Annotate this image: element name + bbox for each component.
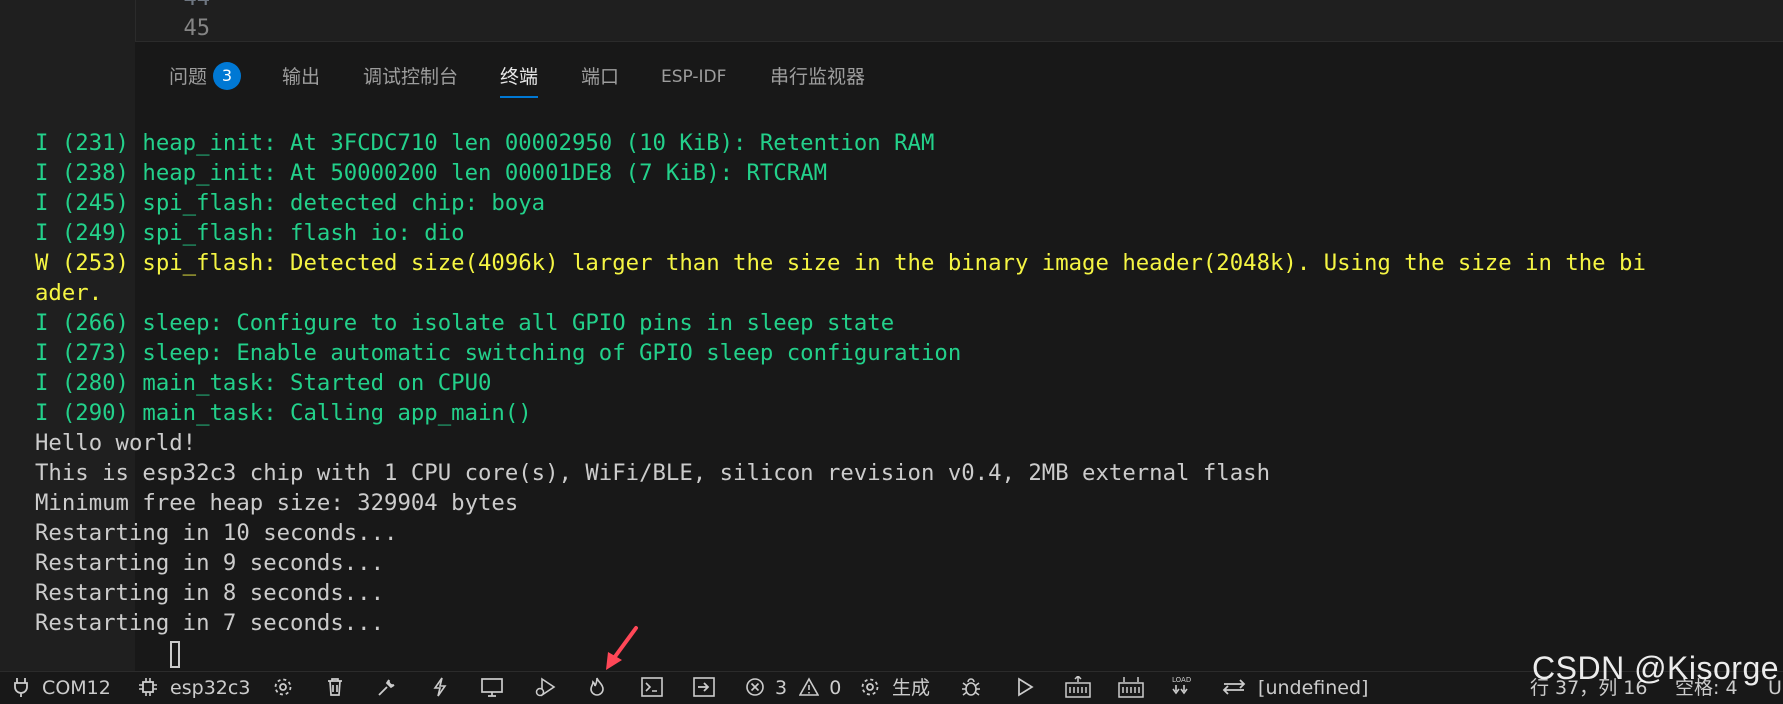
tab-serial-monitor[interactable]: 串行监视器 — [770, 60, 865, 94]
tab-label: 问题 — [169, 66, 208, 88]
tab-esp-idf[interactable]: ESP-IDF — [661, 60, 726, 94]
terminal-line: Restarting in 10 seconds... — [35, 520, 398, 546]
build-flash-monitor-button[interactable] — [588, 672, 606, 704]
line-number: 45 — [183, 16, 211, 41]
error-circle-icon — [745, 677, 771, 699]
flash-button[interactable] — [432, 672, 448, 704]
gear-icon — [860, 677, 886, 699]
build-button[interactable] — [377, 672, 397, 704]
terminal-line: I (238) heap_init: At 50000200 len 00001… — [35, 160, 828, 186]
bug-icon — [960, 677, 982, 699]
run-button[interactable] — [1016, 672, 1034, 704]
terminal-line: This is esp32c3 chip with 1 CPU core(s),… — [35, 460, 1270, 486]
tab-output[interactable]: 输出 — [282, 60, 320, 94]
dot-bar-upload-icon — [1118, 676, 1144, 699]
port-label: COM12 — [42, 677, 111, 699]
tab-ports[interactable]: 端口 — [581, 60, 619, 94]
tab-debug-console[interactable]: 调试控制台 — [363, 60, 458, 94]
terminal-line: I (231) heap_init: At 3FCDC710 len 00002… — [35, 130, 935, 156]
upload-alt-button[interactable] — [1118, 672, 1144, 704]
arrow-into-box-icon — [693, 676, 715, 699]
chip-icon — [138, 677, 164, 699]
terminal-icon — [641, 676, 663, 699]
wrench-icon — [377, 677, 397, 699]
target-label: esp32c3 — [170, 677, 251, 699]
swap-arrows-icon — [1222, 677, 1252, 699]
terminal-line: I (245) spi_flash: detected chip: boya — [35, 190, 546, 216]
load-button[interactable]: LOAD — [1170, 672, 1196, 704]
terminal-line: Restarting in 7 seconds... — [35, 610, 385, 636]
build-label: 生成 — [892, 677, 931, 699]
config-status-item[interactable]: [undefined] — [1222, 672, 1368, 704]
annotation-arrow — [606, 626, 638, 670]
terminal-line: W (253) spi_flash: Detected size(4096k) … — [35, 250, 1648, 276]
editor-gutter-divider — [135, 0, 136, 41]
terminal-line: Restarting in 8 seconds... — [35, 580, 385, 606]
lightning-icon — [432, 677, 448, 699]
panel-tab-bar: 问题 3 输出 调试控制台 终端 端口 ESP-IDF 串行监视器 — [135, 42, 1783, 102]
terminal-line: I (280) main_task: Started on CPU0 — [35, 370, 492, 396]
plug-icon — [12, 677, 36, 699]
tab-terminal[interactable]: 终端 — [500, 60, 539, 98]
terminal-line: Minimum free heap size: 329904 bytes — [35, 490, 519, 516]
upload-button[interactable] — [1065, 672, 1091, 704]
monitor-icon — [481, 677, 503, 699]
trash-icon — [326, 677, 344, 699]
watermark: CSDN @Kisorge — [1532, 650, 1780, 686]
debug-bug-button[interactable] — [960, 672, 982, 704]
problems-count-badge: 3 — [213, 61, 242, 90]
warning-triangle-icon — [798, 676, 825, 699]
monitor-button[interactable] — [481, 672, 503, 704]
terminal-line: I (266) sleep: Configure to isolate all … — [35, 310, 895, 336]
terminal-button[interactable] — [641, 672, 663, 704]
terminal-line: I (290) main_task: Calling app_main() — [35, 400, 532, 426]
problems-status-item[interactable]: 3 0 — [745, 672, 841, 704]
editor-area[interactable]: 44 45 for (int i = 10; i >= 0; i--) { — [0, 0, 1783, 41]
status-bar: COM12 esp32c3 3 0 生成 LOAD [undefined] 行 … — [0, 671, 1783, 704]
terminal-line: I (273) sleep: Enable automatic switchin… — [35, 340, 962, 366]
load-down-icon: LOAD — [1170, 676, 1196, 699]
config-label: [undefined] — [1258, 677, 1369, 699]
flame-icon — [588, 677, 606, 699]
svg-text:LOAD: LOAD — [1172, 676, 1191, 684]
delete-button[interactable] — [326, 672, 344, 704]
bug-play-icon — [534, 677, 556, 699]
debug-button[interactable] — [534, 672, 556, 704]
gear-icon — [273, 677, 293, 699]
play-icon — [1016, 676, 1034, 699]
port-status-item[interactable]: COM12 — [12, 672, 111, 704]
target-status-item[interactable]: esp32c3 — [138, 672, 250, 704]
terminal-line: I (249) spi_flash: flash io: dio — [35, 220, 465, 246]
terminal-output[interactable]: I (231) heap_init: At 3FCDC710 len 00002… — [35, 128, 1648, 668]
tab-problems[interactable]: 问题 3 — [169, 60, 242, 94]
error-count: 3 — [775, 677, 788, 699]
terminal-line: ader. — [35, 280, 103, 306]
line-number: 44 — [150, 0, 211, 14]
build-status-item[interactable]: 生成 — [860, 672, 930, 704]
code-line[interactable]: for (int i = 10; i >= 0; i--) { — [308, 14, 772, 41]
settings-button[interactable] — [273, 672, 293, 704]
terminal-cursor — [170, 641, 180, 668]
enter-button[interactable] — [693, 672, 715, 704]
terminal-line: Hello world! — [35, 430, 197, 456]
terminal-line: Restarting in 9 seconds... — [35, 550, 385, 576]
dot-bar-upload-icon — [1065, 674, 1091, 699]
warning-count: 0 — [829, 677, 842, 699]
